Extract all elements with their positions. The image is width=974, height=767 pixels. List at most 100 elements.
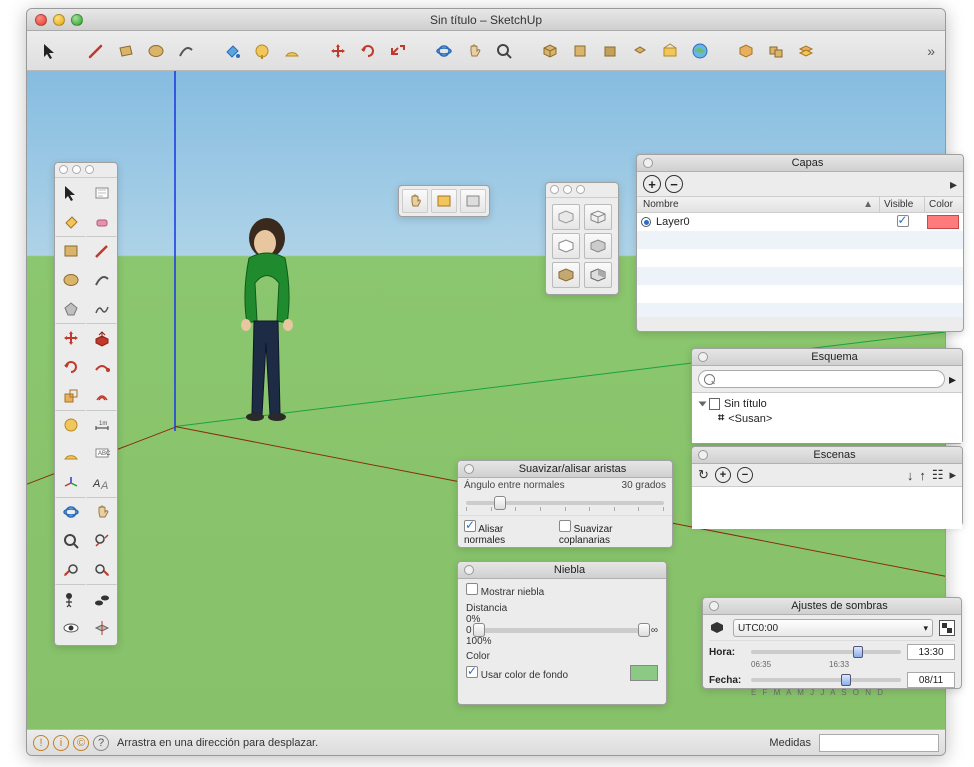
next-view-tool[interactable] [86,555,117,584]
shaded-textures-style-button[interactable] [552,262,580,288]
pan-tool[interactable] [461,38,487,64]
orbit-tool[interactable] [431,38,457,64]
tree-child[interactable]: ⌗<Susan> [700,411,954,426]
model-figure-susan[interactable] [222,213,312,433]
arc-tool[interactable] [86,265,117,294]
panel-close-icon[interactable] [698,352,708,362]
polygon-tool[interactable] [55,294,86,323]
measurements-input[interactable] [819,734,939,752]
instructor-icon[interactable]: ! [33,735,49,751]
panel-close-icon[interactable] [709,601,719,611]
smooth-normals-checkbox[interactable]: Alisar normales [464,520,547,546]
slider-thumb-start[interactable] [473,623,485,637]
layer-visible-checkbox[interactable] [897,215,909,227]
scene-update-button[interactable]: ↻ [698,467,709,483]
date-value-input[interactable]: 08/11 [907,672,955,688]
dimension-tool[interactable]: 1m [86,410,117,439]
tree-root[interactable]: Sin título [700,397,954,411]
remove-layer-button[interactable]: − [665,175,683,193]
panel-close-icon[interactable] [698,450,708,460]
pan-tool[interactable] [402,189,428,213]
panel-close-icon[interactable] [464,464,474,474]
pan-tool[interactable] [86,497,117,526]
face-styles-titlebar[interactable] [546,183,618,198]
paint-bucket-tool[interactable] [219,38,245,64]
select-tool[interactable] [55,178,86,207]
tape-measure-tool[interactable] [249,38,275,64]
arc-tool[interactable] [173,38,199,64]
3d-warehouse-button[interactable] [657,38,683,64]
fog-color-swatch[interactable] [630,665,658,681]
3d-text-tool[interactable]: AA [86,468,117,497]
circle-tool[interactable] [55,265,86,294]
scene-add-button[interactable]: + [715,467,731,483]
layers-menu-button[interactable]: ▸ [950,176,957,193]
eraser-tool[interactable] [86,207,117,236]
group-button[interactable] [763,38,789,64]
protractor-tool[interactable] [55,439,86,468]
date-slider[interactable] [751,678,901,682]
scene-remove-button[interactable]: − [737,467,753,483]
zoom-extents-tool[interactable] [86,526,117,555]
layers-button[interactable] [793,38,819,64]
layers-titlebar[interactable]: Capas [637,155,963,172]
scene-move-down-button[interactable]: ↓ [907,468,914,483]
geo-icon[interactable]: i [53,735,69,751]
palette-close-icon[interactable] [59,165,68,174]
panel-close-icon[interactable] [550,185,559,194]
rotate-tool[interactable] [55,352,86,381]
col-color[interactable]: Color [925,197,963,212]
side-view-button[interactable] [597,38,623,64]
credits-icon[interactable]: © [73,735,89,751]
slider-thumb[interactable] [853,646,863,658]
rectangle-tool[interactable] [113,38,139,64]
rotate-tool[interactable] [355,38,381,64]
select-tool[interactable] [37,38,63,64]
walk-tool[interactable] [86,584,117,613]
panel-min-icon[interactable] [563,185,572,194]
slider-thumb[interactable] [494,496,506,510]
shaded-style-button[interactable] [584,233,612,259]
angle-slider[interactable] [466,501,664,505]
scene-move-up-button[interactable]: ↑ [919,468,926,483]
protractor-tool[interactable] [279,38,305,64]
outline-titlebar[interactable]: Esquema [692,349,962,366]
component-button[interactable] [733,38,759,64]
panel-close-icon[interactable] [643,158,653,168]
col-name[interactable]: Nombre [643,199,679,210]
material-tool[interactable] [460,189,486,213]
top-view-button[interactable] [627,38,653,64]
time-slider[interactable] [751,650,901,654]
previous-view-tool[interactable] [55,555,86,584]
front-view-button[interactable] [567,38,593,64]
push-pull-tool[interactable] [86,323,117,352]
iso-view-button[interactable] [537,38,563,64]
layer-active-radio[interactable] [641,217,651,227]
expand-icon[interactable] [699,402,707,407]
scenes-list[interactable] [692,487,962,529]
shadow-toggle-button[interactable] [939,620,955,636]
orbit-tool[interactable] [55,497,86,526]
scale-tool[interactable] [55,381,86,410]
circle-tool[interactable] [143,38,169,64]
line-tool[interactable] [86,236,117,265]
section-plane-tool[interactable] [86,613,117,642]
use-bg-color-checkbox[interactable]: Usar color de fondo [466,666,568,681]
move-tool[interactable] [325,38,351,64]
axes-tool[interactable] [55,468,86,497]
look-around-tool[interactable] [55,613,86,642]
zoom-tool[interactable] [55,526,86,555]
make-component-tool[interactable] [86,178,117,207]
rectangle-tool[interactable] [55,236,86,265]
google-earth-button[interactable] [687,38,713,64]
zoom-tool[interactable] [491,38,517,64]
col-visible[interactable]: Visible [880,197,925,212]
panel-close-icon[interactable] [464,565,474,575]
offset-tool[interactable] [86,381,117,410]
time-value-input[interactable]: 13:30 [907,644,955,660]
fog-titlebar[interactable]: Niebla [458,562,666,579]
scale-tool[interactable] [385,38,411,64]
show-fog-checkbox[interactable]: Mostrar niebla [466,587,544,598]
add-layer-button[interactable]: + [643,175,661,193]
scenes-titlebar[interactable]: Escenas [692,447,962,464]
